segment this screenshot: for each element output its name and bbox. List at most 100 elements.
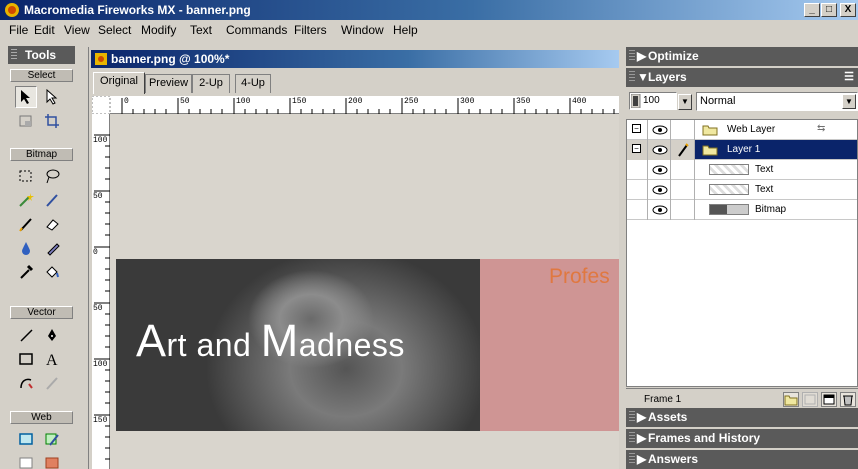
show-slices-tool[interactable]: [41, 452, 63, 469]
menu-file[interactable]: File: [9, 23, 28, 37]
pencil-tool[interactable]: [15, 213, 37, 235]
layer-row-layer-1[interactable]: − Layer 1: [627, 140, 857, 160]
layer-name[interactable]: Layer 1: [727, 144, 760, 155]
subselect-arrow-icon: [46, 89, 58, 105]
window-title-bar[interactable]: Macromedia Fireworks MX - banner.png _ □…: [0, 0, 858, 20]
visibility-toggle[interactable]: [648, 140, 671, 160]
eraser-tool[interactable]: [41, 213, 63, 235]
pointer-tool[interactable]: [15, 86, 37, 108]
opacity-dropdown-arrow-icon[interactable]: ▼: [678, 94, 692, 110]
panel-grip-icon[interactable]: [629, 411, 635, 423]
object-name[interactable]: Bitmap: [755, 204, 786, 215]
new-layer-button[interactable]: [821, 392, 837, 407]
document-title-bar[interactable]: banner.png @ 100%*: [91, 50, 619, 68]
object-name[interactable]: Text: [755, 164, 773, 175]
scale-tool[interactable]: [15, 110, 37, 132]
lock-toggle[interactable]: [671, 120, 695, 140]
layer-row-web-layer[interactable]: − Web Layer ⇆: [627, 120, 857, 140]
visibility-toggle[interactable]: [648, 160, 671, 180]
paint-bucket-tool[interactable]: [41, 261, 63, 283]
banner-image[interactable]: Art and Madness Profes: [116, 259, 619, 431]
object-thumbnail: [709, 184, 749, 195]
tab-4up[interactable]: 4-Up: [235, 74, 271, 93]
menu-edit[interactable]: Edit: [34, 23, 55, 37]
maximize-button[interactable]: □: [821, 3, 837, 17]
slice-tool[interactable]: [41, 428, 63, 450]
panel-grip-icon[interactable]: [629, 432, 635, 444]
panel-grip-icon[interactable]: [629, 71, 635, 83]
object-row-bitmap[interactable]: Bitmap: [627, 200, 857, 220]
answers-panel-header[interactable]: ▶ Answers: [626, 450, 858, 469]
mask-button[interactable]: [802, 392, 818, 407]
freeform-tool[interactable]: [15, 372, 37, 394]
layers-panel-header[interactable]: ▼ Layers ☰: [626, 68, 858, 87]
assets-title: Assets: [648, 410, 688, 424]
frames-history-panel-header[interactable]: ▶ Frames and History: [626, 429, 858, 448]
lock-toggle[interactable]: [671, 160, 695, 180]
tab-preview[interactable]: Preview: [145, 74, 192, 93]
object-row-text[interactable]: Text: [627, 160, 857, 180]
line-tool[interactable]: [15, 324, 37, 346]
horizontal-ruler[interactable]: 0 50 100 150 200 250 300 350 400: [92, 96, 619, 114]
blend-mode-select[interactable]: Normal ▼: [696, 92, 858, 111]
layer-name[interactable]: Web Layer: [727, 124, 775, 135]
delete-layer-button[interactable]: [840, 392, 856, 407]
object-row-text[interactable]: Text: [627, 180, 857, 200]
menu-commands[interactable]: Commands: [226, 23, 287, 37]
assets-panel-header[interactable]: ▶ Assets: [626, 408, 858, 427]
menu-view[interactable]: View: [64, 23, 90, 37]
pen-tool[interactable]: [41, 324, 63, 346]
hotspot-icon: [19, 433, 33, 445]
panel-grip-icon[interactable]: [629, 453, 635, 465]
menu-modify[interactable]: Modify: [141, 23, 176, 37]
menu-text[interactable]: Text: [190, 23, 212, 37]
visibility-toggle[interactable]: [648, 180, 671, 200]
brush-tool[interactable]: [41, 189, 63, 211]
rubber-stamp-tool[interactable]: [41, 237, 63, 259]
tools-header[interactable]: Tools: [8, 46, 75, 64]
visibility-toggle[interactable]: [648, 200, 671, 220]
menu-select[interactable]: Select: [98, 23, 131, 37]
object-name[interactable]: Text: [755, 184, 773, 195]
section-bitmap-label: Bitmap: [10, 148, 73, 161]
knife-tool[interactable]: [41, 372, 63, 394]
tab-original[interactable]: Original: [93, 72, 145, 94]
web-layer-share-icon[interactable]: ⇆: [817, 123, 825, 134]
new-sublayer-button[interactable]: [783, 392, 799, 407]
tab-2up[interactable]: 2-Up: [192, 74, 230, 93]
edit-pencil-toggle[interactable]: [671, 140, 695, 160]
minimize-button[interactable]: _: [804, 3, 820, 17]
collapse-toggle[interactable]: −: [627, 120, 648, 140]
visibility-toggle[interactable]: [648, 120, 671, 140]
vertical-ruler[interactable]: 100 50 0 50 100 150: [92, 114, 110, 469]
rectangle-tool[interactable]: [15, 348, 37, 370]
marquee-tool[interactable]: [15, 165, 37, 187]
blur-tool[interactable]: [15, 237, 37, 259]
panel-grip-icon[interactable]: [11, 49, 17, 61]
layers-list[interactable]: − Web Layer ⇆ − Layer 1 Text Text Bitmap: [626, 119, 858, 387]
optimize-panel-header[interactable]: ▶ Optimize: [626, 47, 858, 66]
subselect-tool[interactable]: [41, 86, 63, 108]
pencil-icon: [19, 218, 32, 232]
hide-slices-tool[interactable]: [15, 452, 37, 469]
menu-help[interactable]: Help: [393, 23, 418, 37]
collapse-toggle[interactable]: −: [627, 140, 648, 160]
opacity-field[interactable]: 100: [629, 92, 677, 110]
panel-grip-icon[interactable]: [629, 50, 635, 62]
section-vector-label: Vector: [10, 306, 73, 319]
hotspot-tool[interactable]: [15, 428, 37, 450]
crop-tool[interactable]: [41, 110, 63, 132]
eyedropper-tool[interactable]: [15, 261, 37, 283]
text-tool[interactable]: A: [41, 348, 63, 370]
lasso-tool[interactable]: [41, 165, 63, 187]
blend-dropdown-arrow-icon[interactable]: ▼: [842, 94, 856, 109]
close-button[interactable]: X: [840, 3, 856, 17]
ruler-h-label: 100: [236, 97, 251, 106]
panel-options-menu-icon[interactable]: ☰: [844, 68, 854, 87]
menu-window[interactable]: Window: [341, 23, 384, 37]
magic-wand-tool[interactable]: [15, 189, 37, 211]
menu-filters[interactable]: Filters: [294, 23, 327, 37]
frame-selector[interactable]: Frame 1: [644, 394, 681, 405]
lock-toggle[interactable]: [671, 180, 695, 200]
lock-toggle[interactable]: [671, 200, 695, 220]
